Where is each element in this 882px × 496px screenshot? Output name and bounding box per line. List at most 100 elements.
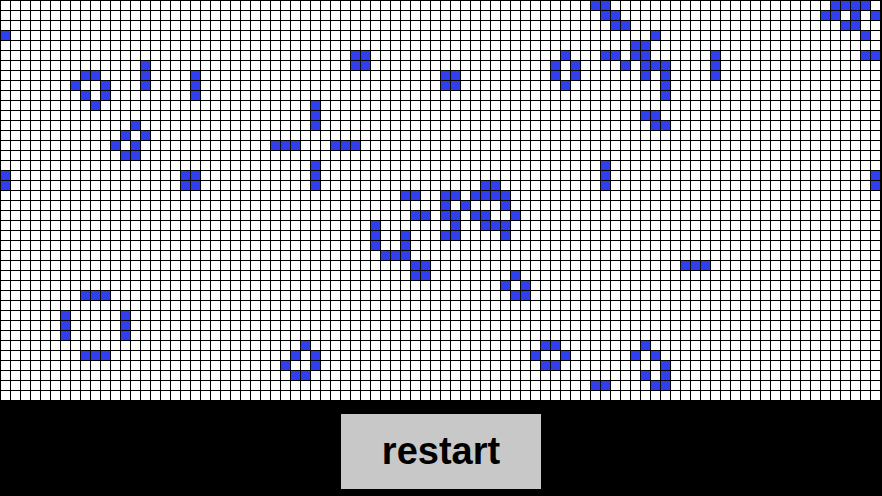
cell[interactable] <box>671 211 680 220</box>
cell[interactable] <box>731 111 740 120</box>
cell[interactable] <box>791 31 800 40</box>
cell[interactable] <box>391 11 400 20</box>
cell[interactable] <box>741 61 750 70</box>
cell[interactable] <box>331 111 340 120</box>
cell[interactable] <box>681 111 690 120</box>
cell[interactable] <box>731 41 740 50</box>
cell[interactable] <box>721 141 730 150</box>
cell[interactable] <box>111 31 120 40</box>
cell[interactable] <box>591 91 600 100</box>
cell[interactable] <box>511 131 520 140</box>
live-cell[interactable] <box>191 71 200 80</box>
cell[interactable] <box>341 131 350 140</box>
cell[interactable] <box>71 111 80 120</box>
cell[interactable] <box>531 21 540 30</box>
cell[interactable] <box>81 221 90 230</box>
cell[interactable] <box>71 191 80 200</box>
live-cell[interactable] <box>311 161 320 170</box>
cell[interactable] <box>861 191 870 200</box>
cell[interactable] <box>231 111 240 120</box>
cell[interactable] <box>181 41 190 50</box>
cell[interactable] <box>81 161 90 170</box>
cell[interactable] <box>131 131 140 140</box>
cell[interactable] <box>41 201 50 210</box>
cell[interactable] <box>361 191 370 200</box>
cell[interactable] <box>211 51 220 60</box>
cell[interactable] <box>321 51 330 60</box>
cell[interactable] <box>111 211 120 220</box>
live-cell[interactable] <box>281 141 290 150</box>
cell[interactable] <box>351 131 360 140</box>
cell[interactable] <box>161 161 170 170</box>
cell[interactable] <box>161 181 170 190</box>
cell[interactable] <box>771 91 780 100</box>
live-cell[interactable] <box>491 191 500 200</box>
cell[interactable] <box>721 51 730 60</box>
cell[interactable] <box>471 91 480 100</box>
cell[interactable] <box>341 161 350 170</box>
cell[interactable] <box>811 171 820 180</box>
cell[interactable] <box>531 61 540 70</box>
cell[interactable] <box>501 211 510 220</box>
cell[interactable] <box>391 21 400 30</box>
cell[interactable] <box>421 121 430 130</box>
live-cell[interactable] <box>641 51 650 60</box>
cell[interactable] <box>811 121 820 130</box>
cell[interactable] <box>351 101 360 110</box>
cell[interactable] <box>731 81 740 90</box>
cell[interactable] <box>611 61 620 70</box>
cell[interactable] <box>671 61 680 70</box>
cell[interactable] <box>361 181 370 190</box>
cell[interactable] <box>441 91 450 100</box>
live-cell[interactable] <box>641 111 650 120</box>
cell[interactable] <box>541 71 550 80</box>
cell[interactable] <box>851 181 860 190</box>
cell[interactable] <box>401 151 410 160</box>
cell[interactable] <box>11 1 20 10</box>
cell[interactable] <box>691 161 700 170</box>
cell[interactable] <box>121 31 130 40</box>
cell[interactable] <box>441 131 450 140</box>
cell[interactable] <box>811 181 820 190</box>
cell[interactable] <box>871 41 880 50</box>
cell[interactable] <box>241 141 250 150</box>
cell[interactable] <box>291 191 300 200</box>
cell[interactable] <box>161 51 170 60</box>
cell[interactable] <box>381 21 390 30</box>
cell[interactable] <box>661 181 670 190</box>
cell[interactable] <box>271 41 280 50</box>
cell[interactable] <box>251 131 260 140</box>
cell[interactable] <box>401 11 410 20</box>
cell[interactable] <box>51 151 60 160</box>
cell[interactable] <box>201 151 210 160</box>
cell[interactable] <box>31 31 40 40</box>
cell[interactable] <box>61 21 70 30</box>
cell[interactable] <box>581 121 590 130</box>
cell[interactable] <box>341 151 350 160</box>
cell[interactable] <box>831 161 840 170</box>
cell[interactable] <box>231 1 240 10</box>
cell[interactable] <box>831 51 840 60</box>
cell[interactable] <box>701 161 710 170</box>
cell[interactable] <box>181 141 190 150</box>
cell[interactable] <box>641 211 650 220</box>
cell[interactable] <box>21 151 30 160</box>
cell[interactable] <box>711 111 720 120</box>
cell[interactable] <box>631 181 640 190</box>
cell[interactable] <box>141 11 150 20</box>
cell[interactable] <box>21 21 30 30</box>
cell[interactable] <box>251 181 260 190</box>
cell[interactable] <box>851 191 860 200</box>
cell[interactable] <box>721 211 730 220</box>
cell[interactable] <box>581 41 590 50</box>
cell[interactable] <box>541 91 550 100</box>
cell[interactable] <box>271 121 280 130</box>
cell[interactable] <box>41 221 50 230</box>
cell[interactable] <box>461 21 470 30</box>
cell[interactable] <box>571 181 580 190</box>
cell[interactable] <box>561 151 570 160</box>
cell[interactable] <box>441 171 450 180</box>
cell[interactable] <box>81 51 90 60</box>
cell[interactable] <box>1 1 10 10</box>
cell[interactable] <box>271 211 280 220</box>
